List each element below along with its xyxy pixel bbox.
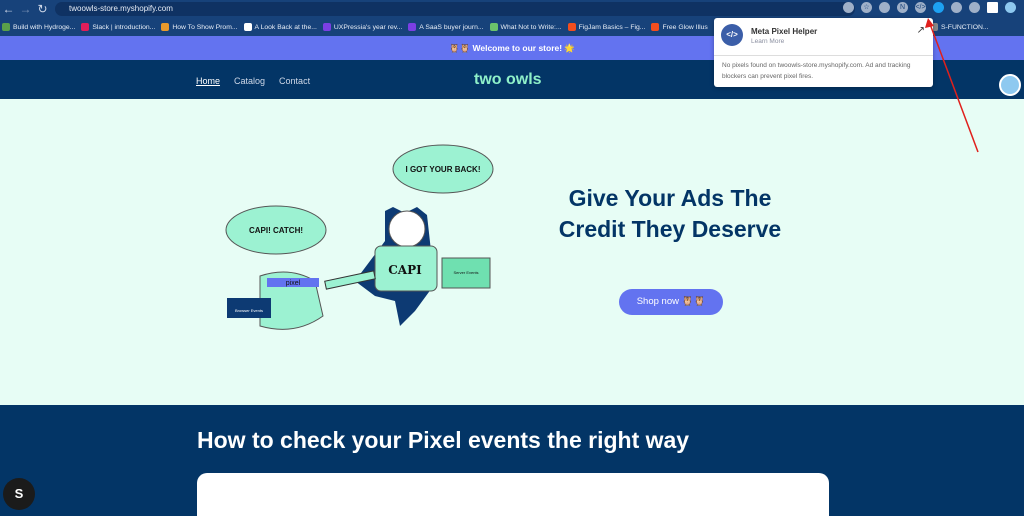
code-icon: </> [721,24,743,46]
bookmark-favicon-icon [489,23,498,31]
bookmark-label: Slack | introduction... [92,23,156,31]
meta-pixel-helper-popup: </> Meta Pixel Helper Learn More ↗ No pi… [714,18,933,87]
bookmark-label: A Look Back at the... [254,23,317,31]
shirt-text: CAPI [388,263,422,277]
bookmark-label: How To Show Prom... [172,23,238,31]
bookmark-favicon-icon [2,23,10,31]
bookmark-item[interactable]: FigJam Basics – Fig... [567,23,646,31]
puzzle-icon[interactable] [969,2,980,13]
bookmark-label: Build with Hydroge... [13,23,76,31]
profile-avatar[interactable] [1005,2,1016,13]
section-title: How to check your Pixel events the right… [197,427,690,453]
nav-contact[interactable]: Contact [279,76,310,86]
bookmark-label: What Not to Write:... [500,23,562,31]
box-browser-events: Browser Events [235,308,263,313]
popup-title: Meta Pixel Helper [751,27,818,36]
forward-icon[interactable]: → [17,2,34,16]
headband-text: pixel [286,280,301,287]
bookmark-favicon-icon [651,23,660,31]
back-icon[interactable]: ← [0,2,17,16]
share-icon[interactable] [843,2,854,13]
popup-message: No pixels found on twoowls-store.myshopi… [722,62,911,80]
bookmark-item[interactable]: A SaaS buyer journ... [408,23,484,31]
floating-avatar[interactable] [999,74,1021,96]
logo[interactable]: two owls [474,71,542,89]
bookmark-item[interactable]: Build with Hydroge... [2,23,75,31]
bookmark-favicon-icon [408,23,417,31]
notion-icon[interactable]: N [897,2,908,13]
bookmark-item[interactable]: UXPressia's year rev... [322,23,403,31]
bookmark-item[interactable]: What Not to Write:... [489,23,562,31]
bookmark-favicon-icon [567,23,576,31]
reload-icon[interactable]: ↻ [34,2,51,16]
star-icon[interactable]: ☆ [861,2,872,13]
nav-home[interactable]: Home [196,76,220,86]
bookmark-label: S-FUNCTION... [941,23,989,31]
external-link-icon[interactable]: ↗ [917,25,925,36]
bookmark-label: UXPressia's year rev... [333,23,403,31]
sidepanel-icon[interactable] [987,2,998,13]
bookmark-favicon-icon [243,23,252,31]
bookmark-item[interactable]: S-FUNCTION... [930,23,989,31]
twitter-icon[interactable] [933,2,944,13]
hero-title: Give Your Ads The Credit They Deserve [558,185,782,242]
bookmark-label: Free Glow Illus [662,23,708,31]
bookmark-favicon-icon [322,23,331,31]
bubble-capi-catch: CAPI! CATCH! [249,226,303,235]
pixel-helper-icon[interactable]: </> [915,2,926,13]
url-text: twoowls-store.myshopify.com [69,4,173,13]
pixel-events-section: How to check your Pixel events the right… [0,405,1024,516]
shopify-icon[interactable]: S [3,478,35,510]
learn-more-link[interactable]: Learn More [751,38,784,45]
bookmark-favicon-icon [161,23,170,31]
content-card [197,473,829,516]
extension-icon[interactable] [879,2,890,13]
bookmark-label: FigJam Basics – Fig... [578,23,646,31]
owls-illustration: I GOT YOUR BACK! CAPI! CATCH! CAPI pixel… [225,144,494,330]
bubble-got-your-back: I GOT YOUR BACK! [406,165,481,174]
globe-icon[interactable] [951,2,962,13]
shop-now-button[interactable]: Shop now 🦉🦉 [619,289,723,315]
bookmark-item[interactable]: Slack | introduction... [81,23,155,31]
hero-banner: I GOT YOUR BACK! CAPI! CATCH! CAPI pixel… [0,99,1024,405]
bookmark-item[interactable]: How To Show Prom... [161,23,238,31]
box-server-events: Server Events [453,270,478,275]
divider [714,55,933,56]
address-bar[interactable]: twoowls-store.myshopify.com [55,2,855,16]
browser-toolbar: ← → ↻ twoowls-store.myshopify.com ☆ N </… [0,0,1024,18]
bookmark-item[interactable]: Free Glow Illus [651,23,708,31]
nav-catalog[interactable]: Catalog [234,76,265,86]
bookmark-favicon-icon [81,23,90,31]
bookmark-label: A SaaS buyer journ... [419,23,484,31]
bookmark-item[interactable]: A Look Back at the... [243,23,317,31]
